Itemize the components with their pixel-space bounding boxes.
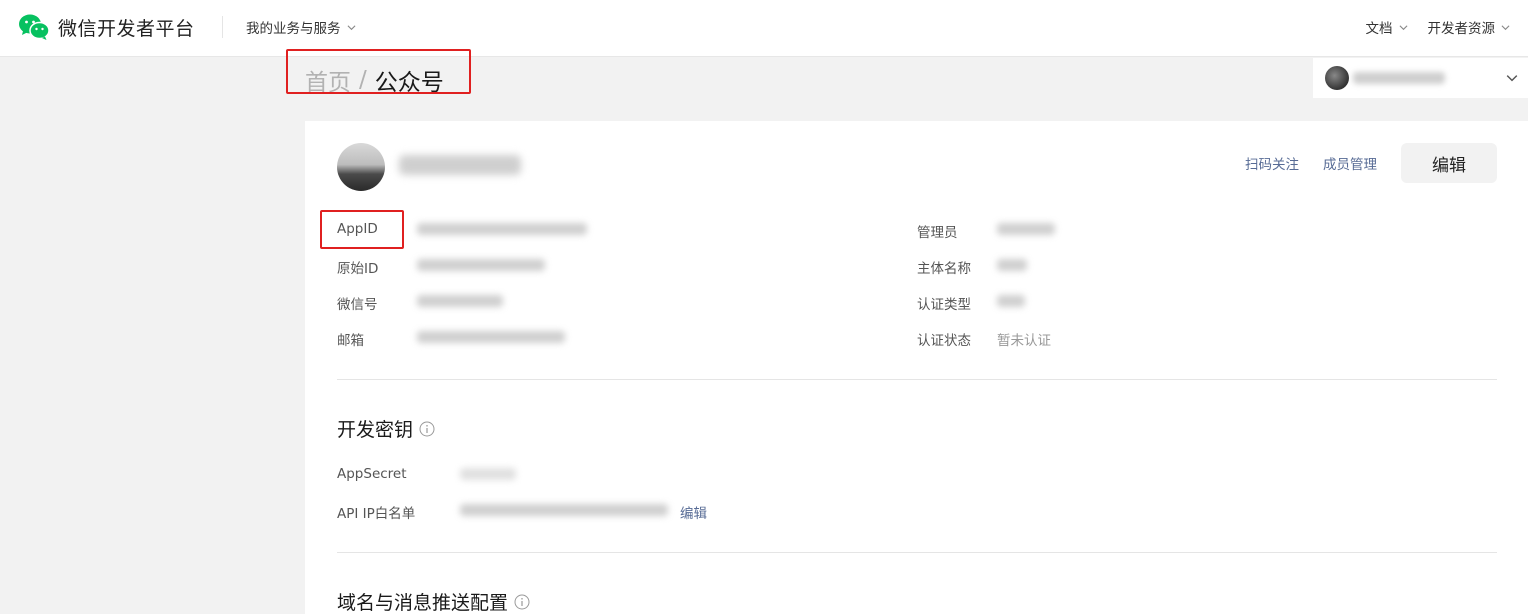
ip-whitelist-label: API IP白名单 [337,506,416,522]
info-circle-icon[interactable] [419,421,435,437]
account-info-card: 扫码关注 成员管理 编辑 AppID 原始ID 微信号 邮箱 管理员 主体名称 … [305,121,1528,614]
avatar [337,143,385,191]
original-id-label: 原始ID [337,261,379,277]
nav-divider [222,16,223,38]
nav-business-menu[interactable]: 我的业务与服务 [246,17,356,37]
account-name-redacted [399,155,521,175]
chevron-down-icon [1399,24,1407,30]
edit-button[interactable]: 编辑 [1401,143,1497,183]
section-divider [337,552,1497,553]
entity-name-label: 主体名称 [917,261,971,277]
ip-whitelist-value-redacted [460,504,668,516]
nav-resources-label: 开发者资源 [1427,21,1496,37]
info-circle-icon[interactable] [514,594,530,610]
section-divider [337,379,1497,380]
breadcrumb-highlight-box [286,49,471,94]
chevron-down-icon [1506,75,1518,82]
top-nav-bar: 微信开发者平台 我的业务与服务 文档 开发者资源 [0,0,1528,57]
cert-status-label: 认证状态 [917,333,971,349]
original-id-value-redacted [417,259,545,271]
account-selector[interactable] [1313,58,1528,98]
cert-type-label: 认证类型 [917,297,971,313]
domain-section-title: 域名与消息推送配置 [337,588,530,614]
account-avatar [1325,66,1349,90]
wechat-id-label: 微信号 [337,297,378,313]
wechat-logo-icon[interactable] [18,13,50,41]
chevron-down-icon [347,24,355,30]
appsecret-value-redacted [460,468,516,480]
scan-follow-link[interactable]: 扫码关注 [1245,153,1299,173]
admin-label: 管理员 [917,225,958,241]
cert-type-value-redacted [997,295,1025,307]
email-label: 邮箱 [337,333,364,349]
appid-value-redacted [417,223,587,235]
nav-business-label: 我的业务与服务 [246,21,341,37]
account-name-redacted [1353,72,1445,84]
domain-title-text: 域名与消息推送配置 [337,592,509,614]
dev-key-title-text: 开发密钥 [337,419,414,441]
nav-docs-menu[interactable]: 文档 [1366,17,1408,37]
cert-status-value: 暂未认证 [997,333,1051,349]
admin-value-redacted [997,223,1055,235]
appid-highlight-box [320,210,404,249]
nav-resources-menu[interactable]: 开发者资源 [1428,17,1511,37]
brand-title[interactable]: 微信开发者平台 [58,14,195,41]
nav-right-menus: 文档 开发者资源 [1366,17,1511,37]
ip-whitelist-edit-link[interactable]: 编辑 [680,502,707,522]
chevron-down-icon [1501,24,1510,30]
member-manage-link[interactable]: 成员管理 [1323,153,1377,173]
dev-key-section-title: 开发密钥 [337,415,435,442]
profile-actions: 扫码关注 成员管理 编辑 [1221,143,1497,183]
email-value-redacted [417,331,565,343]
wechat-id-value-redacted [417,295,503,307]
nav-docs-label: 文档 [1365,21,1393,37]
appsecret-label: AppSecret [337,466,407,482]
entity-name-value-redacted [997,259,1027,271]
